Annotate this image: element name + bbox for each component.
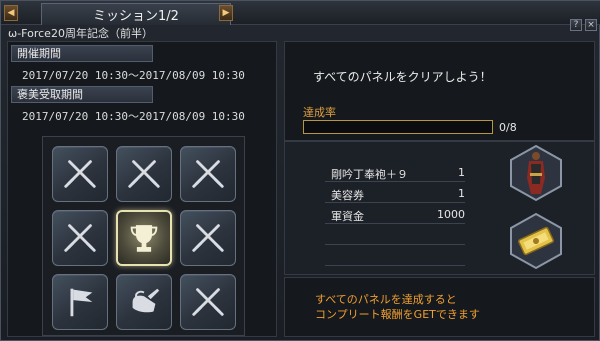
mission-description: すべてのパネルをクリアしよう！ [313, 70, 492, 84]
gold-ticket-icon [518, 226, 554, 256]
panel-tile-7[interactable] [52, 274, 108, 330]
title-bar: ◀ ミッション1/2 ▶ ? × [1, 1, 600, 31]
completion-message: すべてのパネルを達成すると コンプリート報酬をGETできます [315, 292, 480, 322]
panel-tile-8[interactable] [116, 274, 172, 330]
reward-quantity: 1000 [437, 208, 465, 221]
reward-row [325, 228, 465, 245]
reward-period-value: 2017/07/20 10:30～2017/08/09 10:30 [22, 110, 245, 123]
mission-window: ◀ ミッション1/2 ▶ ? × ω-Force20周年記念（前半） 開催期間 … [0, 0, 600, 341]
completion-panel: すべてのパネルを達成すると コンプリート報酬をGETできます [284, 277, 595, 337]
panel-tile-6[interactable] [180, 210, 236, 266]
flag-icon [70, 288, 93, 317]
event-info-panel: 開催期間 2017/07/20 10:30～2017/08/09 10:30 褒… [7, 41, 277, 337]
panel-tile-1[interactable] [52, 146, 108, 202]
crossed-swords-icon [192, 160, 224, 188]
reward-row [325, 249, 465, 266]
event-period-value: 2017/07/20 10:30～2017/08/09 10:30 [22, 69, 245, 82]
reward-item-slot-1[interactable] [507, 144, 565, 202]
next-mission-button[interactable]: ▶ [219, 5, 233, 21]
panel-grid [42, 136, 245, 336]
panel-tile-9[interactable] [180, 274, 236, 330]
reward-quantity: 1 [458, 187, 465, 200]
crossed-swords-icon [192, 224, 224, 252]
reward-quantity: 1 [458, 166, 465, 179]
close-button[interactable]: × [585, 19, 597, 31]
reward-name: 軍資金 [331, 210, 364, 223]
reward-list-panel: 剛吟丁奉袍＋９ 1 美容券 1 軍資金 1000 [284, 141, 595, 275]
reward-item-slot-2[interactable] [507, 212, 565, 270]
panel-tile-3[interactable] [180, 146, 236, 202]
reward-row: 軍資金 1000 [325, 207, 465, 224]
crossed-swords-icon [64, 224, 96, 252]
event-subtitle: ω-Force20周年記念（前半） [8, 27, 153, 40]
event-period-label: 開催期間 [11, 45, 153, 62]
triangle-right-icon: ▶ [222, 8, 230, 18]
panel-tile-5[interactable] [116, 210, 172, 266]
reward-name: 剛吟丁奉袍＋９ [331, 168, 408, 181]
achievement-progress-bar [303, 120, 493, 134]
achievement-rate-label: 達成率 [303, 106, 336, 119]
reward-row: 剛吟丁奉袍＋９ 1 [325, 165, 465, 182]
completion-message-line-2: コンプリート報酬をGETできます [315, 308, 480, 321]
help-button[interactable]: ? [570, 19, 582, 31]
trophy-icon [130, 225, 158, 252]
completion-message-line-1: すべてのパネルを達成すると [315, 293, 457, 306]
reward-row: 美容券 1 [325, 186, 465, 203]
prev-mission-button[interactable]: ◀ [4, 5, 18, 21]
crossed-swords-icon [192, 288, 224, 316]
mission-detail-panel: すべてのパネルをクリアしよう！ 達成率 0/8 [284, 41, 595, 141]
crossed-swords-icon [128, 160, 160, 188]
panel-tile-4[interactable] [52, 210, 108, 266]
reward-period-label: 褒美受取期間 [11, 86, 153, 103]
reward-name: 美容券 [331, 189, 364, 202]
window-title: ミッション1/2 [41, 3, 231, 25]
watering-can-icon [132, 288, 160, 313]
crossed-swords-icon [64, 160, 96, 188]
achievement-progress-count: 0/8 [499, 121, 517, 134]
triangle-left-icon: ◀ [7, 8, 15, 18]
armor-costume-icon [527, 152, 545, 194]
panel-tile-2[interactable] [116, 146, 172, 202]
